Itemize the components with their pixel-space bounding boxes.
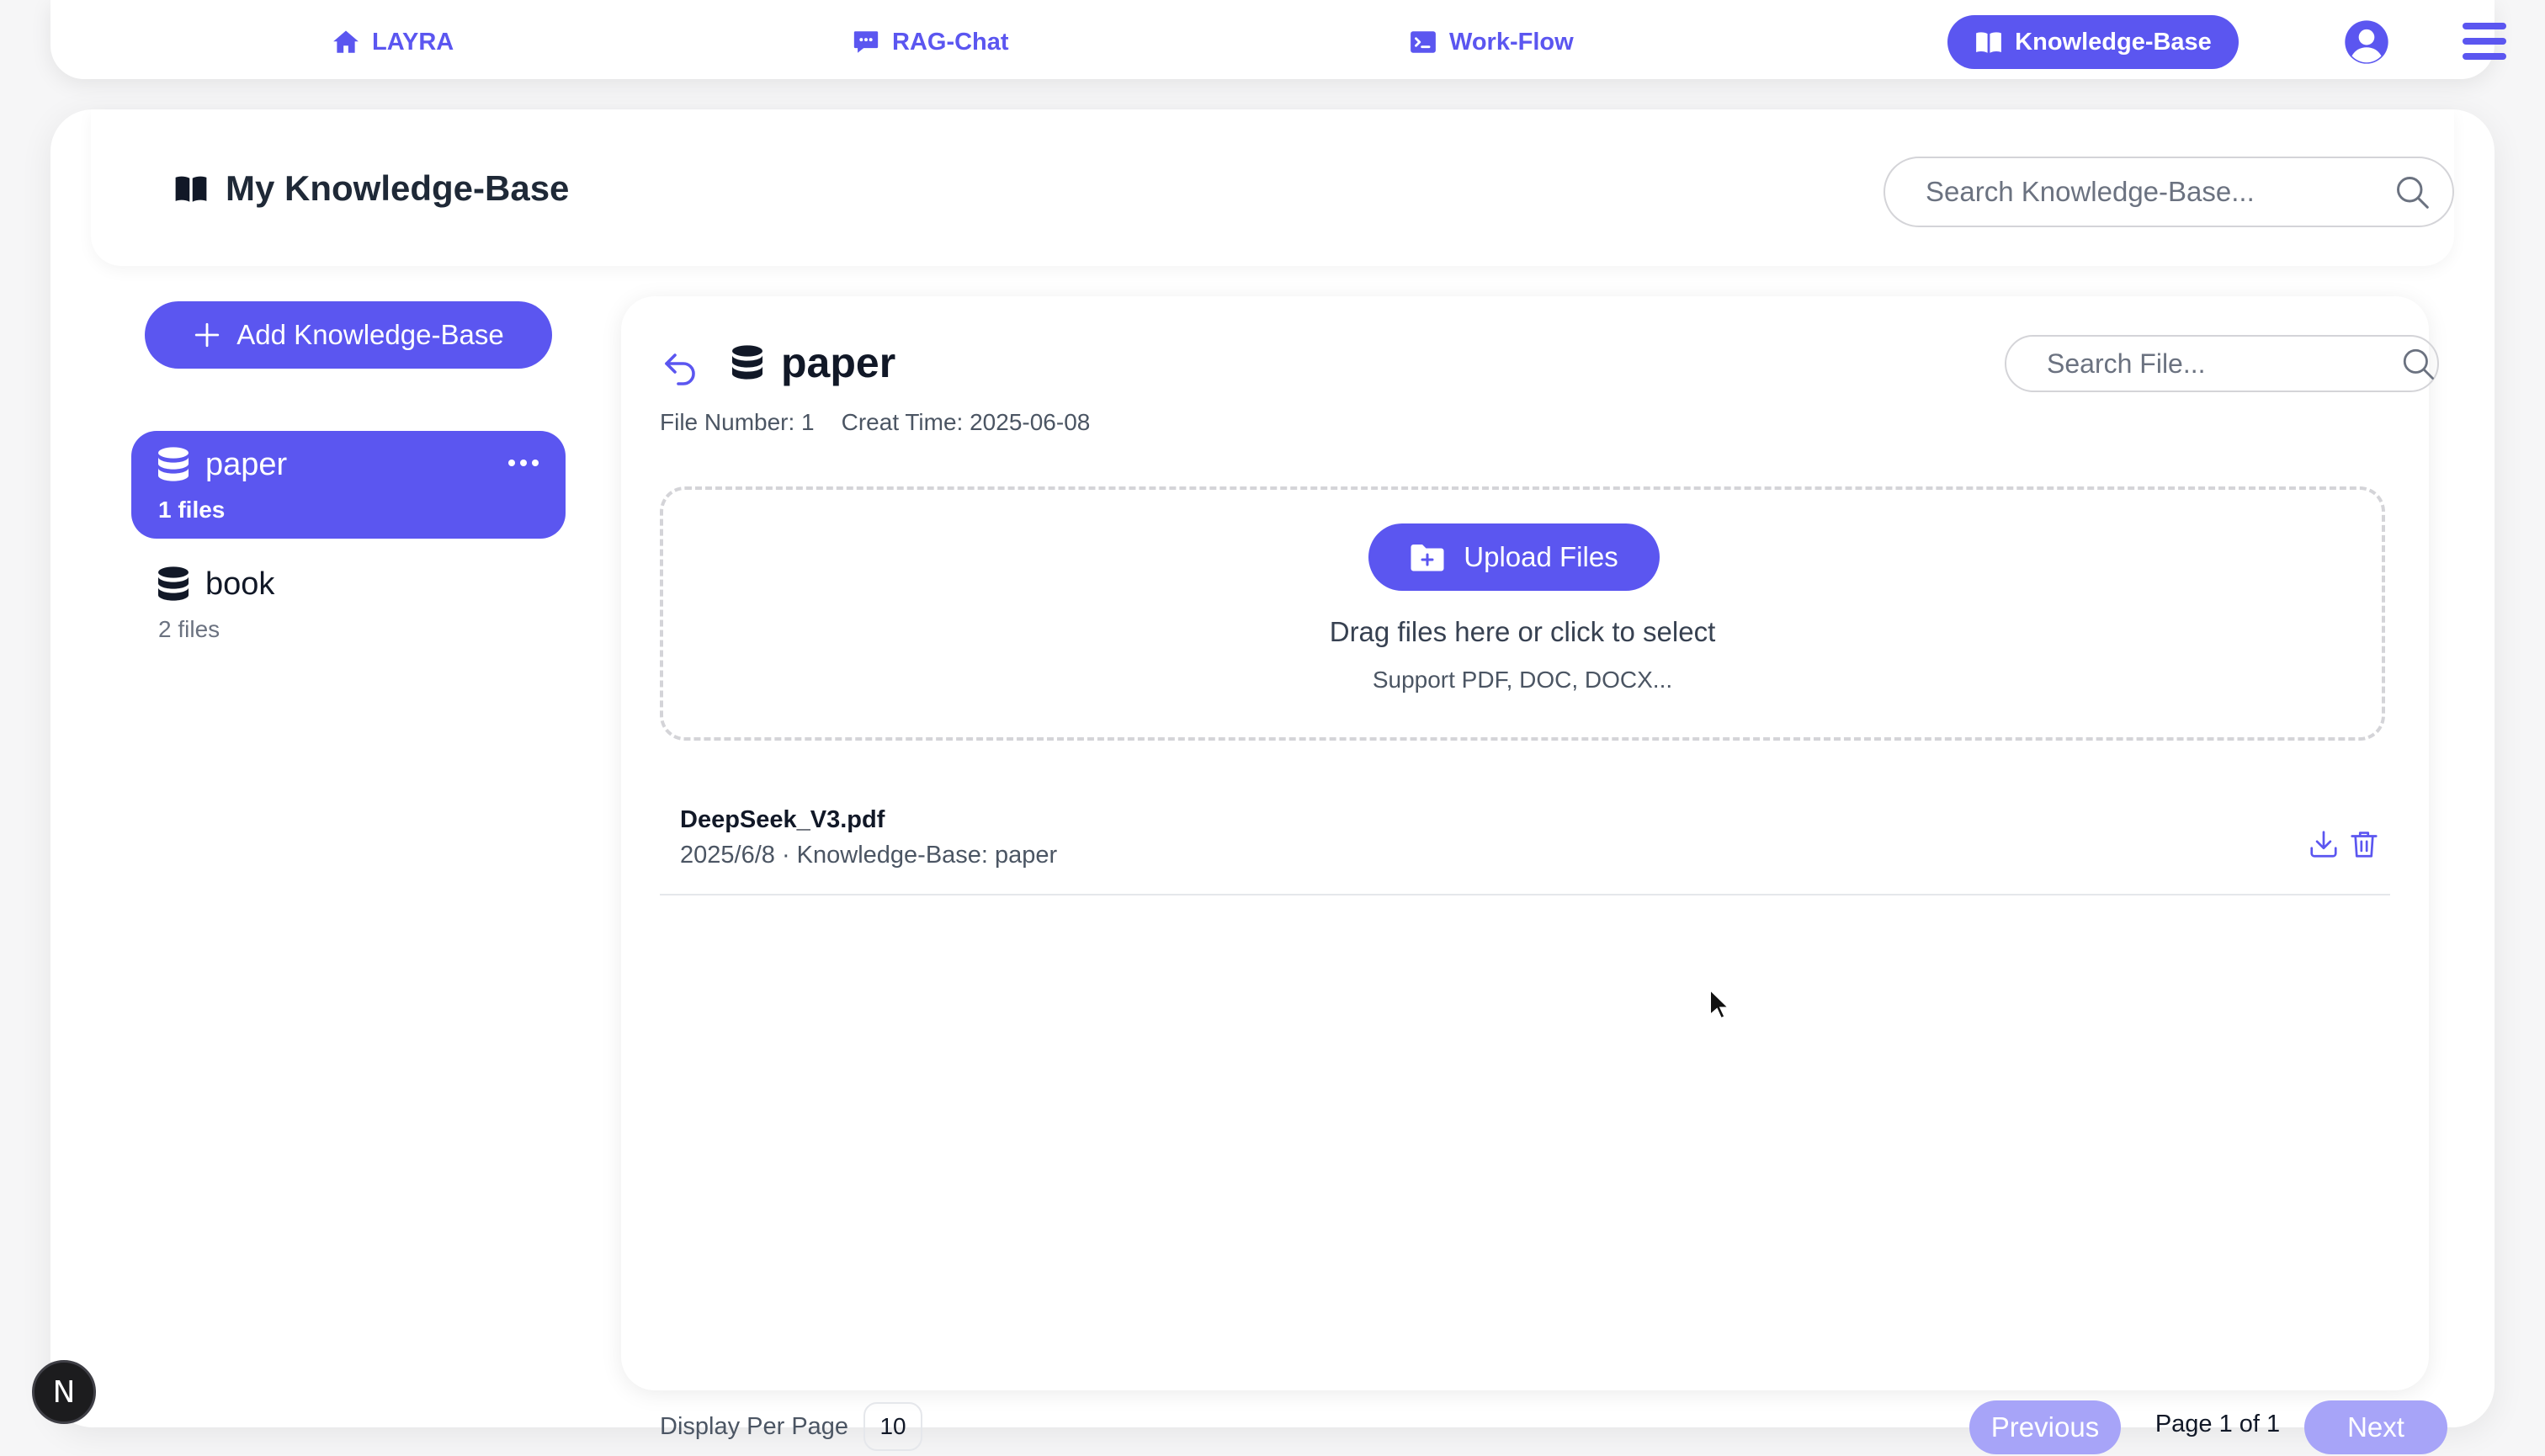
add-knowledge-base-button[interactable]: Add Knowledge-Base xyxy=(145,301,552,369)
create-time: Creat Time: 2025-06-08 xyxy=(841,409,1091,435)
nav-item-rag-chat[interactable]: RAG-Chat xyxy=(852,15,1009,69)
top-navigation: LAYRA RAG-Chat Work-Flow Knowledge-Base xyxy=(50,0,2506,79)
kb-item-count: 2 files xyxy=(158,616,220,642)
knowledge-base-detail-panel: paper File Number: 1 Creat Time: 2025-06… xyxy=(621,296,2447,1454)
database-icon xyxy=(157,446,190,483)
next-page-button[interactable]: Next xyxy=(2304,1400,2447,1454)
database-icon xyxy=(157,566,190,603)
book-icon xyxy=(173,171,209,206)
file-search xyxy=(2005,335,2439,392)
hamburger-icon xyxy=(2463,20,2506,62)
nav-label-layra: LAYRA xyxy=(372,28,454,56)
database-icon xyxy=(731,342,764,384)
file-list-item: DeepSeek_V3.pdf 2025/6/8 · Knowledge-Bas… xyxy=(660,773,2390,895)
kb-item-count: 1 files xyxy=(158,497,226,523)
knowledge-base-heading: paper xyxy=(731,338,895,387)
nav-label-rag-chat: RAG-Chat xyxy=(892,28,1009,56)
sidebar-item-book[interactable]: book 2 files xyxy=(131,550,566,658)
kb-item-name: paper xyxy=(157,446,287,483)
knowledge-base-search-input[interactable] xyxy=(1926,176,2394,208)
nav-label-work-flow: Work-Flow xyxy=(1449,28,1574,56)
back-arrow-icon[interactable] xyxy=(660,347,700,387)
knowledge-base-meta: File Number: 1 Creat Time: 2025-06-08 xyxy=(660,409,1090,436)
book-icon xyxy=(1974,28,2003,56)
main-card: My Knowledge-Base Add Knowledge-Base pap… xyxy=(50,109,2495,1454)
page-title: My Knowledge-Base xyxy=(173,168,569,209)
user-avatar-button[interactable] xyxy=(2343,19,2390,66)
per-page-control: Display Per Page 10 xyxy=(660,1402,923,1451)
user-circle-icon xyxy=(2343,19,2390,66)
upload-files-button[interactable]: Upload Files xyxy=(1368,523,1660,591)
per-page-label: Display Per Page xyxy=(660,1412,849,1440)
nav-item-knowledge-base[interactable]: Knowledge-Base xyxy=(1947,15,2239,69)
previous-page-button[interactable]: Previous xyxy=(1969,1400,2121,1454)
knowledge-base-search xyxy=(1884,157,2454,227)
nav-label-knowledge-base: Knowledge-Base xyxy=(2015,28,2212,56)
download-icon[interactable] xyxy=(2308,828,2340,860)
plus-icon xyxy=(193,321,221,349)
folder-plus-icon xyxy=(1410,542,1445,572)
file-search-input[interactable] xyxy=(2047,348,2400,380)
page-indicator: Page 1 of 1 xyxy=(2154,1411,2281,1437)
upload-files-label: Upload Files xyxy=(1464,541,1618,572)
file-meta: 2025/6/8 · Knowledge-Base: paper xyxy=(680,842,1058,869)
terminal-icon xyxy=(1409,28,1437,56)
nav-item-layra[interactable]: LAYRA xyxy=(332,15,454,69)
add-knowledge-base-label: Add Knowledge-Base xyxy=(236,319,504,350)
menu-button[interactable] xyxy=(2463,20,2506,62)
sidebar-item-paper[interactable]: paper 1 files xyxy=(131,431,566,539)
mouse-cursor-icon xyxy=(1708,988,1729,1020)
file-number: File Number: 1 xyxy=(660,409,815,435)
kb-item-name-text: book xyxy=(205,566,275,602)
kb-item-name-text: paper xyxy=(205,446,288,482)
trash-icon[interactable] xyxy=(2348,828,2380,860)
per-page-select[interactable]: 10 xyxy=(863,1402,923,1451)
supported-formats: Support PDF, DOC, DOCX... xyxy=(1372,667,1673,693)
header-bar: My Knowledge-Base xyxy=(91,109,2454,266)
dev-tools-badge[interactable]: N xyxy=(32,1360,96,1424)
chat-icon xyxy=(852,28,880,56)
upload-dropzone[interactable]: Upload Files Drag files here or click to… xyxy=(660,486,2385,741)
search-icon[interactable] xyxy=(2394,173,2431,210)
kb-item-name: book xyxy=(157,566,274,603)
more-options-icon[interactable] xyxy=(505,453,542,473)
drag-instructions: Drag files here or click to select xyxy=(1329,616,1716,647)
search-icon[interactable] xyxy=(2400,346,2436,381)
file-name: DeepSeek_V3.pdf xyxy=(680,806,885,833)
nav-item-work-flow[interactable]: Work-Flow xyxy=(1409,15,1574,69)
home-icon xyxy=(332,28,360,56)
knowledge-base-heading-text: paper xyxy=(781,339,896,386)
page-title-text: My Knowledge-Base xyxy=(226,168,570,208)
